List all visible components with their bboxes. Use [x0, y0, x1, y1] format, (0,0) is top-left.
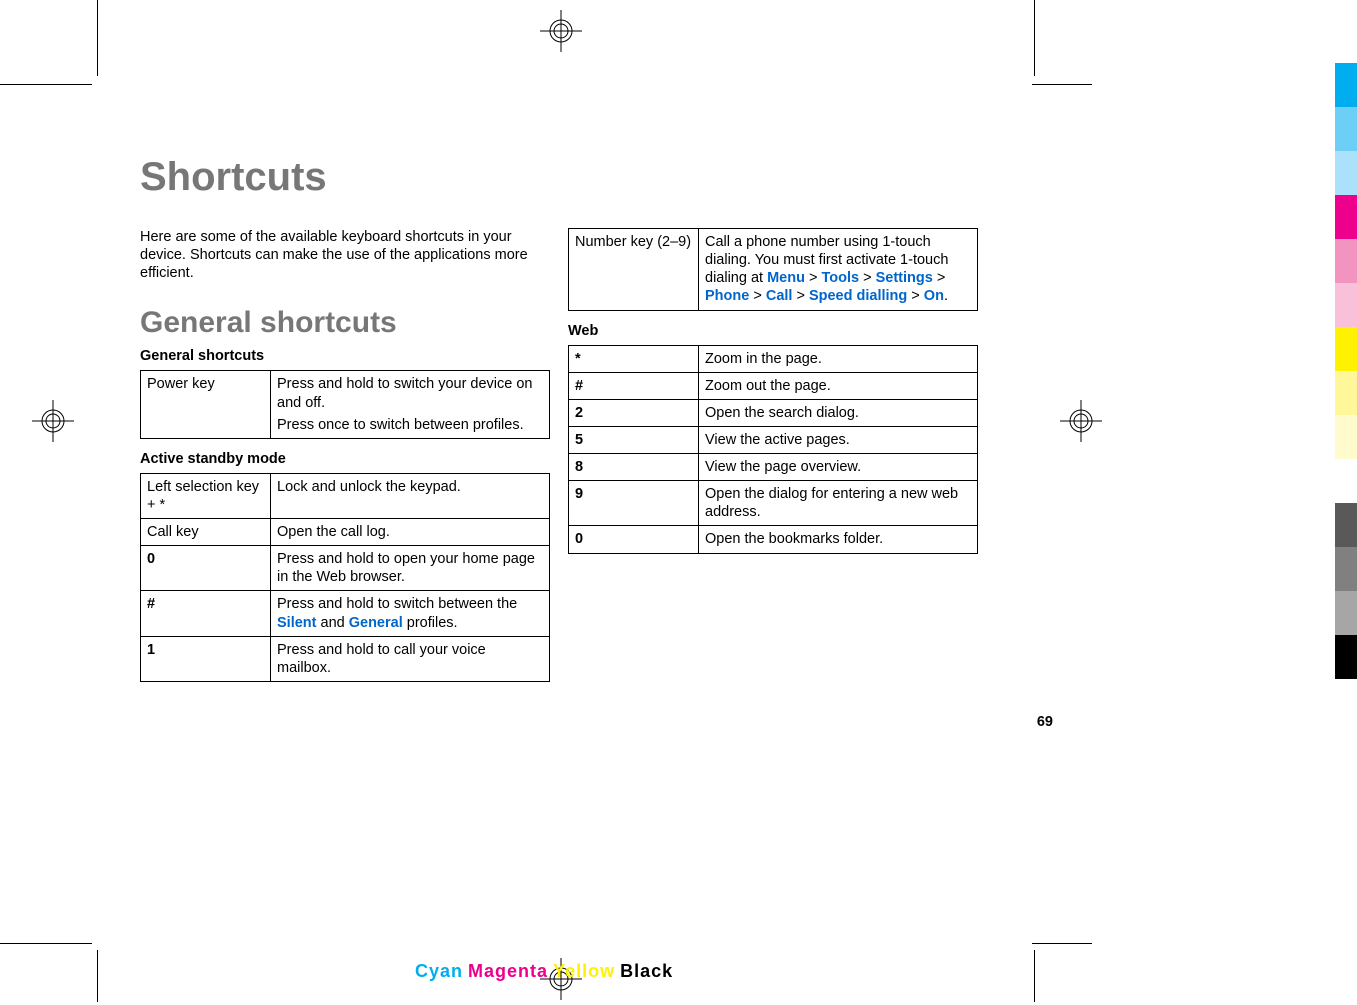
- table-row: 1 Press and hold to call your voice mail…: [141, 636, 550, 681]
- table-row: Number key (2–9) Call a phone number usi…: [569, 229, 978, 311]
- color-swatch: [1335, 635, 1357, 679]
- shortcut-desc: Press and hold to open your home page in…: [271, 546, 550, 591]
- right-column: Number key (2–9) Call a phone number usi…: [568, 228, 978, 694]
- table-row: Call key Open the call log.: [141, 519, 550, 546]
- shortcut-desc: Press and hold to call your voice mailbo…: [271, 636, 550, 681]
- table-title-standby: Active standby mode: [140, 451, 550, 467]
- page-content: Shortcuts Here are some of the available…: [140, 155, 980, 694]
- cyan-label: Cyan: [415, 961, 463, 981]
- shortcut-key: #: [141, 591, 271, 636]
- crop-mark: [1034, 0, 1035, 76]
- shortcut-key: 1: [141, 636, 271, 681]
- crop-mark: [97, 950, 98, 1002]
- table-row: 5View the active pages.: [569, 426, 978, 453]
- color-name-labels: Cyan Magenta Yellow Black: [415, 961, 673, 982]
- color-swatch: [1335, 239, 1357, 283]
- table-row: Power key Press and hold to switch your …: [141, 371, 550, 438]
- color-swatch: [1335, 63, 1357, 107]
- color-swatch: [1335, 327, 1357, 371]
- shortcut-key: 9: [569, 481, 699, 526]
- table-row: 0 Press and hold to open your home page …: [141, 546, 550, 591]
- color-calibration-bars: [1335, 63, 1357, 679]
- color-swatch: [1335, 503, 1357, 547]
- color-swatch: [1335, 195, 1357, 239]
- intro-text: Here are some of the available keyboard …: [140, 228, 550, 282]
- left-column: Here are some of the available keyboard …: [140, 228, 550, 694]
- shortcut-key: 8: [569, 454, 699, 481]
- registration-mark-icon: [1060, 400, 1102, 442]
- color-swatch: [1335, 371, 1357, 415]
- registration-mark-icon: [540, 10, 582, 52]
- shortcut-desc: View the active pages.: [699, 426, 978, 453]
- shortcut-key: 2: [569, 399, 699, 426]
- web-shortcuts-table: *Zoom in the page. #Zoom out the page. 2…: [568, 345, 978, 554]
- table-row: 0Open the bookmarks folder.: [569, 526, 978, 553]
- registration-mark-icon: [32, 400, 74, 442]
- shortcut-desc: Open the search dialog.: [699, 399, 978, 426]
- shortcut-desc: Open the dialog for entering a new web a…: [699, 481, 978, 526]
- shortcut-key: Left selection key + *: [141, 473, 271, 518]
- color-swatch: [1335, 283, 1357, 327]
- shortcut-desc: View the page overview.: [699, 454, 978, 481]
- shortcut-key: 5: [569, 426, 699, 453]
- table-row: *Zoom in the page.: [569, 345, 978, 372]
- shortcut-desc: Open the bookmarks folder.: [699, 526, 978, 553]
- table-row: Left selection key + * Lock and unlock t…: [141, 473, 550, 518]
- magenta-label: Magenta: [468, 961, 548, 981]
- shortcut-key: 0: [569, 526, 699, 553]
- shortcut-key: Power key: [141, 371, 271, 438]
- black-label: Black: [620, 961, 673, 981]
- table-row: # Press and hold to switch between the S…: [141, 591, 550, 636]
- page-number: 69: [1037, 714, 1053, 730]
- crop-mark: [0, 943, 92, 944]
- table-title-general: General shortcuts: [140, 348, 550, 364]
- table-row: 8View the page overview.: [569, 454, 978, 481]
- section-heading: General shortcuts: [140, 306, 550, 340]
- color-swatch: [1335, 547, 1357, 591]
- shortcut-key: #: [569, 372, 699, 399]
- shortcut-desc: Press and hold to switch between the Sil…: [271, 591, 550, 636]
- shortcut-desc: Lock and unlock the keypad.: [271, 473, 550, 518]
- table-row: 9Open the dialog for entering a new web …: [569, 481, 978, 526]
- shortcut-key: 0: [141, 546, 271, 591]
- color-swatch: [1335, 107, 1357, 151]
- color-swatch: [1335, 151, 1357, 195]
- shortcut-desc: Open the call log.: [271, 519, 550, 546]
- shortcut-desc: Press and hold to switch your device on …: [271, 371, 550, 438]
- shortcut-key: Call key: [141, 519, 271, 546]
- crop-mark: [1032, 943, 1092, 944]
- crop-mark: [1032, 84, 1092, 85]
- color-swatch: [1335, 591, 1357, 635]
- yellow-label: Yellow: [553, 961, 615, 981]
- general-shortcuts-table: Power key Press and hold to switch your …: [140, 370, 550, 438]
- table-row: 2Open the search dialog.: [569, 399, 978, 426]
- shortcut-desc: Zoom out the page.: [699, 372, 978, 399]
- crop-mark: [97, 0, 98, 76]
- shortcut-key: *: [569, 345, 699, 372]
- standby-shortcuts-table-continued: Number key (2–9) Call a phone number usi…: [568, 228, 978, 311]
- color-swatch: [1335, 415, 1357, 459]
- shortcut-desc: Zoom in the page.: [699, 345, 978, 372]
- table-row: #Zoom out the page.: [569, 372, 978, 399]
- shortcut-key: Number key (2–9): [569, 229, 699, 311]
- crop-mark: [1034, 950, 1035, 1002]
- crop-mark: [0, 84, 92, 85]
- shortcut-desc: Call a phone number using 1-touch dialin…: [699, 229, 978, 311]
- page-title: Shortcuts: [140, 155, 980, 200]
- standby-shortcuts-table: Left selection key + * Lock and unlock t…: [140, 473, 550, 682]
- table-title-web: Web: [568, 323, 978, 339]
